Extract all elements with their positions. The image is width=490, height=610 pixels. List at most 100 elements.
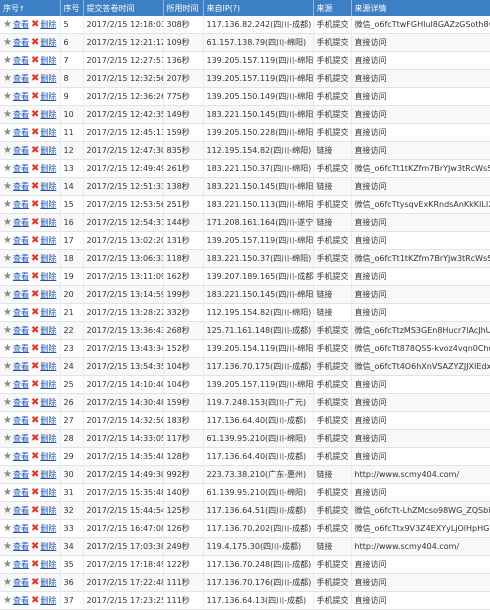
view-link[interactable]: 查看 [13,110,29,119]
delete-x-icon[interactable]: ✖ [31,487,39,498]
view-link[interactable]: 查看 [13,380,29,389]
col-index-header[interactable]: 序号↑ [0,0,61,16]
star-icon[interactable]: ★ [3,325,12,336]
star-icon[interactable]: ★ [3,217,12,228]
delete-x-icon[interactable]: ✖ [31,433,39,444]
star-icon[interactable]: ★ [3,145,12,156]
delete-link[interactable]: 删除 [40,182,56,191]
view-link[interactable]: 查看 [13,92,29,101]
star-icon[interactable]: ★ [3,19,12,30]
delete-link[interactable]: 删除 [40,92,56,101]
view-link[interactable]: 查看 [13,74,29,83]
col-source-header[interactable]: 来源 [313,0,352,16]
delete-link[interactable]: 删除 [40,434,56,443]
delete-x-icon[interactable]: ✖ [31,361,39,372]
delete-x-icon[interactable]: ✖ [31,217,39,228]
delete-link[interactable]: 删除 [40,218,56,227]
delete-link[interactable]: 删除 [40,416,56,425]
star-icon[interactable]: ★ [3,127,12,138]
delete-x-icon[interactable]: ✖ [31,577,39,588]
star-icon[interactable]: ★ [3,397,12,408]
view-link[interactable]: 查看 [13,164,29,173]
delete-x-icon[interactable]: ✖ [31,37,39,48]
delete-x-icon[interactable]: ✖ [31,73,39,84]
star-icon[interactable]: ★ [3,595,12,606]
star-icon[interactable]: ★ [3,289,12,300]
delete-link[interactable]: 删除 [40,362,56,371]
star-icon[interactable]: ★ [3,163,12,174]
star-icon[interactable]: ★ [3,577,12,588]
delete-link[interactable]: 删除 [40,164,56,173]
delete-x-icon[interactable]: ✖ [31,595,39,606]
delete-link[interactable]: 删除 [40,38,56,47]
delete-x-icon[interactable]: ✖ [31,109,39,120]
delete-link[interactable]: 删除 [40,236,56,245]
view-link[interactable]: 查看 [13,596,29,605]
delete-link[interactable]: 删除 [40,452,56,461]
star-icon[interactable]: ★ [3,109,12,120]
delete-link[interactable]: 删除 [40,578,56,587]
view-link[interactable]: 查看 [13,524,29,533]
star-icon[interactable]: ★ [3,73,12,84]
delete-x-icon[interactable]: ✖ [31,343,39,354]
delete-x-icon[interactable]: ✖ [31,523,39,534]
delete-link[interactable]: 删除 [40,596,56,605]
view-link[interactable]: 查看 [13,470,29,479]
star-icon[interactable]: ★ [3,271,12,282]
delete-x-icon[interactable]: ✖ [31,199,39,210]
delete-x-icon[interactable]: ✖ [31,559,39,570]
star-icon[interactable]: ★ [3,307,12,318]
view-link[interactable]: 查看 [13,434,29,443]
view-link[interactable]: 查看 [13,146,29,155]
star-icon[interactable]: ★ [3,541,12,552]
delete-link[interactable]: 删除 [40,560,56,569]
view-link[interactable]: 查看 [13,272,29,281]
delete-link[interactable]: 删除 [40,488,56,497]
star-icon[interactable]: ★ [3,487,12,498]
delete-x-icon[interactable]: ✖ [31,19,39,30]
view-link[interactable]: 查看 [13,326,29,335]
delete-link[interactable]: 删除 [40,398,56,407]
delete-link[interactable]: 删除 [40,20,56,29]
view-link[interactable]: 查看 [13,344,29,353]
delete-x-icon[interactable]: ✖ [31,145,39,156]
col-ip-header[interactable]: 来自IP(?) [203,0,314,16]
delete-link[interactable]: 删除 [40,380,56,389]
star-icon[interactable]: ★ [3,469,12,480]
view-link[interactable]: 查看 [13,362,29,371]
delete-x-icon[interactable]: ✖ [31,415,39,426]
delete-x-icon[interactable]: ✖ [31,163,39,174]
star-icon[interactable]: ★ [3,253,12,264]
col-duration-header[interactable]: 所用时间 [163,0,204,16]
view-link[interactable]: 查看 [13,452,29,461]
delete-link[interactable]: 删除 [40,128,56,137]
delete-x-icon[interactable]: ✖ [31,505,39,516]
view-link[interactable]: 查看 [13,200,29,209]
view-link[interactable]: 查看 [13,128,29,137]
star-icon[interactable]: ★ [3,361,12,372]
view-link[interactable]: 查看 [13,182,29,191]
delete-x-icon[interactable]: ✖ [31,235,39,246]
delete-link[interactable]: 删除 [40,506,56,515]
delete-x-icon[interactable]: ✖ [31,541,39,552]
delete-x-icon[interactable]: ✖ [31,325,39,336]
delete-x-icon[interactable]: ✖ [31,289,39,300]
star-icon[interactable]: ★ [3,451,12,462]
delete-x-icon[interactable]: ✖ [31,379,39,390]
delete-link[interactable]: 删除 [40,254,56,263]
view-link[interactable]: 查看 [13,578,29,587]
view-link[interactable]: 查看 [13,236,29,245]
star-icon[interactable]: ★ [3,91,12,102]
col-time-header[interactable]: 提交答卷时间 [83,0,164,16]
delete-x-icon[interactable]: ✖ [31,307,39,318]
delete-link[interactable]: 删除 [40,524,56,533]
delete-link[interactable]: 删除 [40,272,56,281]
delete-link[interactable]: 删除 [40,56,56,65]
view-link[interactable]: 查看 [13,542,29,551]
star-icon[interactable]: ★ [3,55,12,66]
view-link[interactable]: 查看 [13,506,29,515]
delete-link[interactable]: 删除 [40,74,56,83]
view-link[interactable]: 查看 [13,218,29,227]
delete-link[interactable]: 删除 [40,200,56,209]
star-icon[interactable]: ★ [3,343,12,354]
